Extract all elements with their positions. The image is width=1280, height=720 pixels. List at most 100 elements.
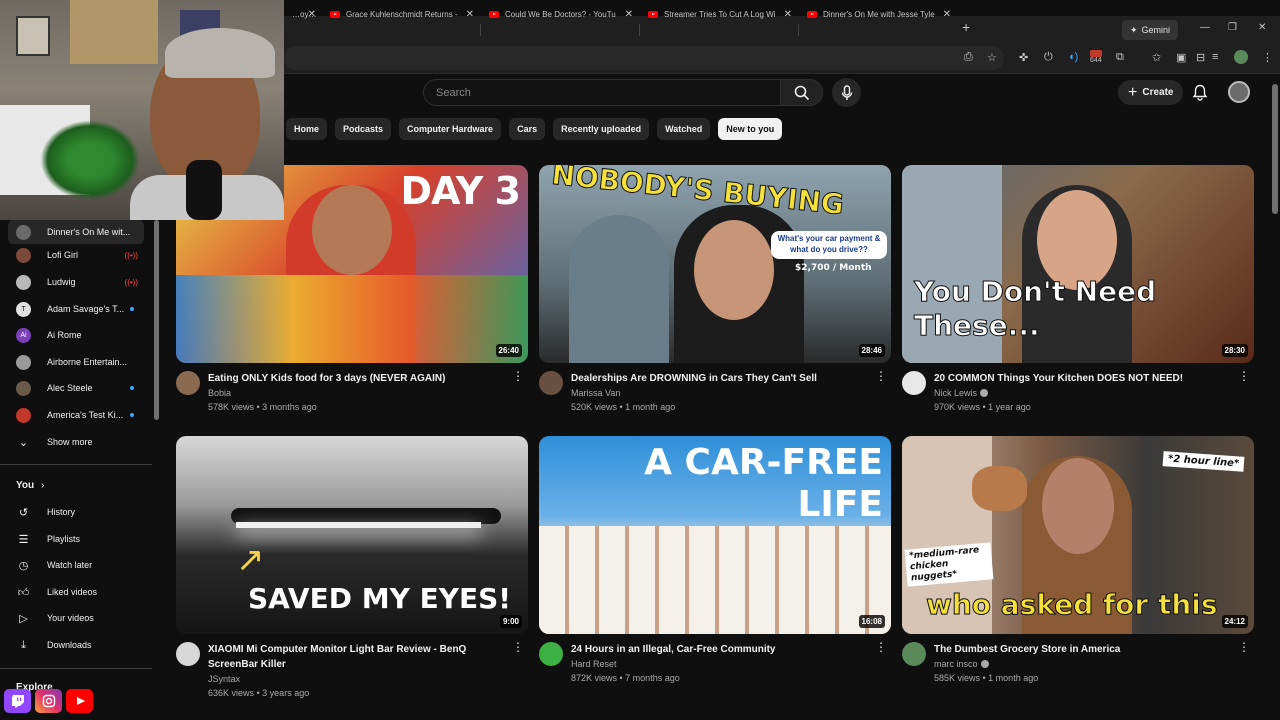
video-card[interactable]: ↗ SAVED MY EYES! 9:00 XIAOMI Mi Computer… — [176, 436, 528, 704]
channel-avatar[interactable] — [902, 371, 926, 395]
browser-tab[interactable]: Could We Be Doctors? - YouTu ✕ — [481, 2, 639, 26]
sidebar-item-watch-later[interactable]: ◷ Watch later — [8, 553, 144, 577]
sidebar-subscription[interactable]: Ai Ai Rome — [8, 323, 144, 347]
sidebar-item-label: Alec Steele — [47, 383, 93, 393]
video-thumbnail[interactable]: A CAR-FREE LIFE 16:08 — [539, 436, 891, 634]
tab-close-icon[interactable]: ✕ — [625, 9, 633, 20]
sidebar-subscription[interactable]: Airborne Entertain... — [8, 350, 144, 374]
sidebar-item-label: Adam Savage's T... — [47, 304, 125, 314]
account-avatar[interactable] — [1228, 81, 1250, 103]
channel-name[interactable]: Marissa Van — [571, 388, 891, 398]
video-card[interactable]: *2 hour line* *medium-rare chicken nugge… — [902, 436, 1254, 704]
channel-avatar[interactable] — [539, 642, 563, 666]
puzzle-icon[interactable]: ⧉ — [1116, 51, 1124, 64]
more-actions-icon[interactable]: ⋮ — [1238, 641, 1250, 653]
notifications-button[interactable] — [1192, 84, 1208, 106]
channel-avatar — [16, 247, 31, 263]
chip-podcasts[interactable]: Podcasts — [335, 118, 392, 140]
chip-cars[interactable]: Cars — [509, 118, 546, 140]
video-title[interactable]: XIAOMI Mi Computer Monitor Light Bar Rev… — [208, 642, 528, 672]
channel-name[interactable]: Hard Reset — [571, 659, 891, 669]
chip-watched[interactable]: Watched — [657, 118, 711, 140]
video-title[interactable]: Eating ONLY Kids food for 3 days (NEVER … — [208, 371, 528, 386]
side-panel-icon[interactable]: ▣ — [1176, 51, 1186, 64]
audio-icon[interactable]: ◖) — [1068, 51, 1078, 63]
video-thumbnail[interactable]: You Don't Need These... 28:30 — [902, 165, 1254, 363]
browser-tab[interactable]: …oy… ✕ — [284, 2, 322, 26]
search-button[interactable] — [781, 79, 823, 106]
video-title[interactable]: 20 COMMON Things Your Kitchen DOES NOT N… — [934, 371, 1254, 386]
extension-icon[interactable]: ✜ — [1019, 51, 1028, 64]
channel-avatar[interactable] — [539, 371, 563, 395]
tab-close-icon[interactable]: ✕ — [943, 9, 951, 20]
sidebar-item-playlists[interactable]: ☰ Playlists — [8, 527, 144, 551]
bookmarks-icon[interactable]: ✩ — [1152, 51, 1161, 64]
more-actions-icon[interactable]: ⋮ — [512, 370, 524, 382]
extension-badge-icon[interactable]: 644 — [1090, 50, 1102, 64]
channel-avatar[interactable] — [902, 642, 926, 666]
bookmark-star-icon[interactable]: ☆ — [987, 51, 997, 64]
more-actions-icon[interactable]: ⋮ — [875, 370, 887, 382]
chip-computer-hardware[interactable]: Computer Hardware — [399, 118, 502, 140]
channel-name[interactable]: JSyntax — [208, 674, 528, 684]
sidebar-subscription[interactable]: America's Test Ki... — [8, 403, 144, 427]
sidebar-scrollbar[interactable] — [154, 220, 159, 420]
video-thumbnail[interactable]: ↗ SAVED MY EYES! 9:00 — [176, 436, 528, 634]
more-actions-icon[interactable]: ⋮ — [512, 641, 524, 653]
chip-recently-uploaded[interactable]: Recently uploaded — [553, 118, 650, 140]
video-title[interactable]: Dealerships Are DROWNING in Cars They Ca… — [571, 371, 891, 386]
video-thumbnail[interactable]: NOBODY'S BUYING What's your car payment … — [539, 165, 891, 363]
sidebar-item-downloads[interactable]: ⤓ Downloads — [8, 633, 144, 657]
gemini-button[interactable]: ✦ Gemini — [1122, 20, 1179, 40]
channel-avatar[interactable] — [176, 642, 200, 666]
restore-icon[interactable]: ❐ — [1228, 22, 1237, 33]
media-icon[interactable]: ≡ — [1212, 51, 1218, 63]
tab-close-icon[interactable]: ✕ — [466, 9, 474, 20]
video-thumbnail[interactable]: *2 hour line* *medium-rare chicken nugge… — [902, 436, 1254, 634]
sidebar-item-liked-videos[interactable]: 👍︎ Liked videos — [8, 580, 144, 604]
chip-home[interactable]: Home — [286, 118, 328, 140]
sidebar-subscription[interactable]: Ludwig ((•)) — [8, 270, 144, 294]
more-actions-icon[interactable]: ⋮ — [875, 641, 887, 653]
video-stats: 520K views • 1 month ago — [571, 402, 676, 412]
tab-search-icon[interactable]: ⊟ — [1196, 51, 1205, 64]
browser-menu-icon[interactable]: ⋮ — [1262, 51, 1273, 64]
video-card[interactable]: NOBODY'S BUYING What's your car payment … — [539, 165, 891, 433]
thumbnail-caption: NOBODY'S BUYING — [550, 165, 846, 222]
channel-avatar[interactable] — [176, 371, 200, 395]
browser-tab[interactable]: Dinner's On Me with Jesse Tyle ✕ — [799, 2, 957, 26]
channel-name[interactable]: marc insco — [934, 659, 1254, 669]
channel-name[interactable]: Nick Lewis — [934, 388, 1254, 398]
main-scrollbar[interactable] — [1272, 84, 1278, 214]
create-button[interactable]: + Create — [1118, 80, 1184, 105]
sidebar-subscription[interactable]: Dinner's On Me wit... — [8, 220, 144, 244]
browser-tab[interactable]: Grace Kuhlenschmidt Returns - ✕ — [322, 2, 480, 26]
address-bar[interactable] — [284, 46, 1004, 70]
search-input[interactable]: Search — [423, 79, 781, 106]
new-tab-icon[interactable]: + — [962, 19, 970, 35]
close-window-icon[interactable]: ✕ — [1258, 22, 1266, 33]
video-title[interactable]: The Dumbest Grocery Store in America — [934, 642, 1254, 657]
chevron-right-icon: › — [40, 480, 45, 491]
profile-avatar-icon[interactable] — [1234, 50, 1248, 64]
sidebar-subscription[interactable]: Lofi Girl ((•)) — [8, 243, 144, 267]
video-card[interactable]: A CAR-FREE LIFE 16:08 24 Hours in an Ill… — [539, 436, 891, 704]
tab-close-icon[interactable]: ✕ — [308, 9, 316, 20]
you-section-header[interactable]: You › — [16, 480, 44, 491]
browser-tab[interactable]: Streamer Tries To Cut A Log Wi ✕ — [640, 2, 798, 26]
sidebar-item-history[interactable]: ↺ History — [8, 500, 144, 524]
video-title[interactable]: 24 Hours in an Illegal, Car-Free Communi… — [571, 642, 891, 657]
sidebar-subscription[interactable]: Alec Steele — [8, 376, 144, 400]
video-card[interactable]: You Don't Need These... 28:30 20 COMMON … — [902, 165, 1254, 433]
chip-new-to-you[interactable]: New to you — [718, 118, 783, 140]
minimize-icon[interactable]: — — [1200, 22, 1210, 33]
show-more-button[interactable]: ⌄ Show more — [8, 430, 144, 454]
sidebar-item-your-videos[interactable]: ▷ Your videos — [8, 606, 144, 630]
more-actions-icon[interactable]: ⋮ — [1238, 370, 1250, 382]
voice-search-button[interactable] — [832, 78, 861, 107]
sidebar-subscription[interactable]: T Adam Savage's T... — [8, 297, 144, 321]
install-app-icon[interactable]: ⎙ — [964, 51, 973, 64]
channel-name[interactable]: Bobia — [208, 388, 528, 398]
tab-close-icon[interactable]: ✕ — [784, 9, 792, 20]
power-icon[interactable]: ⏻ — [1044, 51, 1053, 64]
